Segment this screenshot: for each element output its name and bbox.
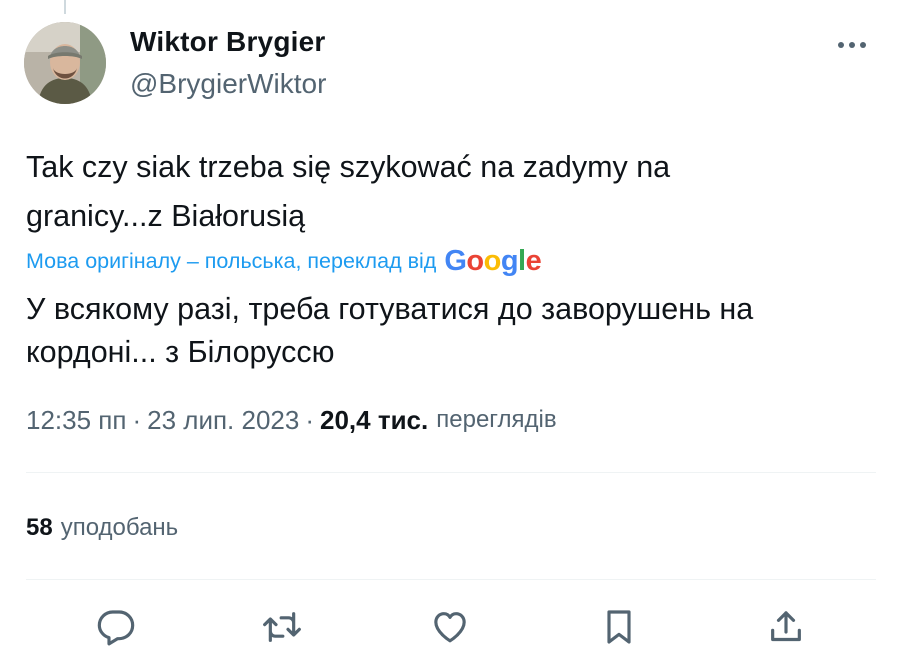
share-button[interactable] [759,600,813,654]
like-button[interactable] [423,600,477,654]
translation-note: Мова оригіналу – польська, переклад від … [26,244,542,277]
google-logo-letter: o [466,244,484,277]
google-logo-letter: l [518,244,526,277]
google-logo: Google [444,244,542,277]
action-bar [26,600,876,654]
reply-button[interactable] [89,600,143,654]
more-options-button[interactable] [830,30,874,60]
author-handle[interactable]: @BrygierWiktor [130,68,326,100]
google-logo-letter: o [483,244,502,277]
like-icon [434,612,466,643]
likes-count: 58 [26,514,53,541]
google-logo-letter: G [444,244,467,277]
likes-label: уподобань [60,514,179,541]
translated-tweet-text: У всякому разі, треба готуватися до заво… [26,292,754,369]
translation-note-label[interactable]: Мова оригіналу – польська, переклад від [26,249,436,274]
tweet-date[interactable]: 23 лип. 2023 [147,405,299,436]
more-dots-icon [838,42,866,48]
divider [26,472,876,473]
tweet-time[interactable]: 12:35 пп [26,405,126,436]
share-icon [771,611,801,642]
retweet-button[interactable] [255,600,309,654]
meta-separator: · [132,404,142,435]
reply-icon [97,610,135,646]
retweet-icon [263,612,301,642]
views-count: 20,4 тис. [320,404,429,435]
bookmark-icon [607,610,631,644]
thread-connector-line [64,0,66,14]
author-name[interactable]: Wiktor Brygier [130,26,325,58]
tweet-meta: 12:35 пп · 23 лип. 2023 · 20,4 тис. пере… [26,400,557,440]
avatar[interactable] [24,22,106,104]
views-label: переглядів [436,406,557,433]
likes-stat[interactable]: 58 уподобань [26,508,178,548]
avatar-photo-icon [24,22,106,104]
meta-separator: · [305,404,315,435]
tweet-text: Tak czy siak trzeba się szykować na zady… [26,150,671,233]
google-logo-letter: g [500,244,519,277]
divider [26,579,876,580]
google-logo-letter: e [525,244,542,277]
bookmark-button[interactable] [592,600,646,654]
